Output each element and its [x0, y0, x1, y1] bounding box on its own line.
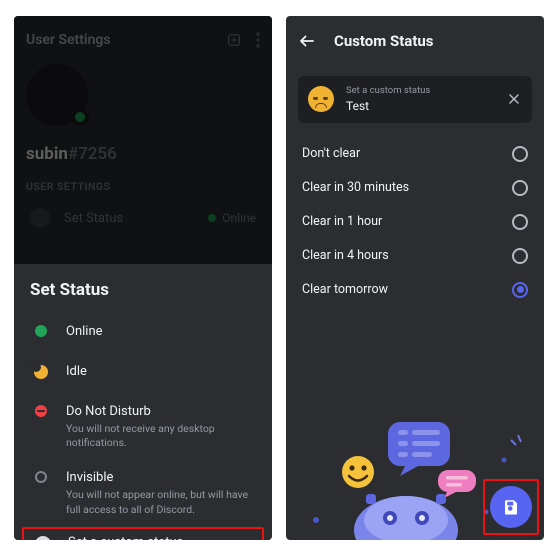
status-option-desc: You will not receive any desktop notific…: [66, 422, 256, 450]
clear-option[interactable]: Clear tomorrow: [302, 273, 528, 307]
set-status-sheet: Set Status Online Idle Do Not Disturb Yo…: [14, 264, 272, 540]
radio-icon[interactable]: [512, 248, 528, 264]
person-icon: [30, 208, 50, 228]
user-tag: #7256: [68, 144, 117, 164]
username: subin: [26, 144, 68, 164]
status-option-idle[interactable]: Idle: [30, 354, 256, 394]
clear-option-label: Don't clear: [302, 146, 360, 161]
invisible-icon: [35, 471, 47, 483]
status-option-label: Do Not Disturb: [66, 404, 256, 419]
back-icon[interactable]: [298, 32, 316, 50]
online-icon: [35, 325, 47, 337]
clear-option-label: Clear tomorrow: [302, 282, 388, 297]
dnd-icon: [35, 405, 47, 417]
emoji-icon: [35, 536, 51, 540]
online-dot-icon: [208, 214, 216, 222]
custom-status-header: Custom Status: [286, 16, 544, 66]
avatar-status-dot-icon: [71, 108, 89, 126]
clear-option[interactable]: Don't clear: [302, 137, 528, 171]
idle-icon: [34, 365, 48, 379]
status-option-custom[interactable]: Set a custom status: [22, 527, 264, 540]
status-option-label: Idle: [66, 364, 87, 379]
clear-text-icon[interactable]: [506, 91, 522, 107]
clear-option[interactable]: Clear in 4 hours: [302, 239, 528, 273]
username-line: subin#7256: [14, 140, 272, 170]
custom-status-title: Custom Status: [334, 32, 434, 50]
status-option-label: Set a custom status: [68, 535, 183, 540]
sheet-title: Set Status: [30, 280, 256, 300]
row-set-status-label: Set Status: [64, 211, 123, 226]
status-field-value: Test: [346, 99, 430, 113]
clear-option[interactable]: Clear in 1 hour: [302, 205, 528, 239]
save-button[interactable]: [490, 486, 532, 528]
settings-title: User Settings: [26, 32, 111, 48]
clear-after-list: Don't clear Clear in 30 minutes Clear in…: [286, 137, 544, 307]
left-screen: User Settings subin#7256 USER SETTINGS S: [14, 16, 272, 540]
status-option-desc: You will not appear online, but will hav…: [66, 488, 256, 516]
status-option-online[interactable]: Online: [30, 314, 256, 354]
radio-icon[interactable]: [512, 282, 528, 298]
status-option-label: Online: [66, 324, 103, 339]
status-option-invisible[interactable]: Invisible You will not appear online, bu…: [30, 460, 256, 526]
status-option-label: Invisible: [66, 470, 256, 485]
status-option-dnd[interactable]: Do Not Disturb You will not receive any …: [30, 394, 256, 460]
custom-status-field[interactable]: Set a custom status Test: [298, 76, 532, 123]
clear-option-label: Clear in 4 hours: [302, 248, 389, 263]
section-label: USER SETTINGS: [14, 170, 272, 199]
avatar-area: [14, 60, 272, 140]
status-field-label: Set a custom status: [346, 86, 430, 96]
dimmed-background: User Settings subin#7256 USER SETTINGS S: [14, 16, 272, 264]
status-text-area[interactable]: Set a custom status Test: [346, 86, 430, 113]
clear-option-label: Clear in 1 hour: [302, 214, 382, 229]
save-icon: [502, 498, 520, 516]
right-screen: Custom Status Set a custom status Test D…: [286, 16, 544, 540]
radio-icon[interactable]: [512, 180, 528, 196]
settings-header: User Settings: [14, 16, 272, 60]
emoji-picker-icon[interactable]: [308, 86, 334, 112]
add-user-icon[interactable]: [226, 32, 242, 48]
overflow-icon[interactable]: [256, 32, 260, 48]
radio-icon[interactable]: [512, 146, 528, 162]
clear-option-label: Clear in 30 minutes: [302, 180, 409, 195]
clear-option[interactable]: Clear in 30 minutes: [302, 171, 528, 205]
row-set-status[interactable]: Set Status Online: [14, 199, 272, 237]
row-set-status-value: Online: [222, 211, 256, 225]
radio-icon[interactable]: [512, 214, 528, 230]
